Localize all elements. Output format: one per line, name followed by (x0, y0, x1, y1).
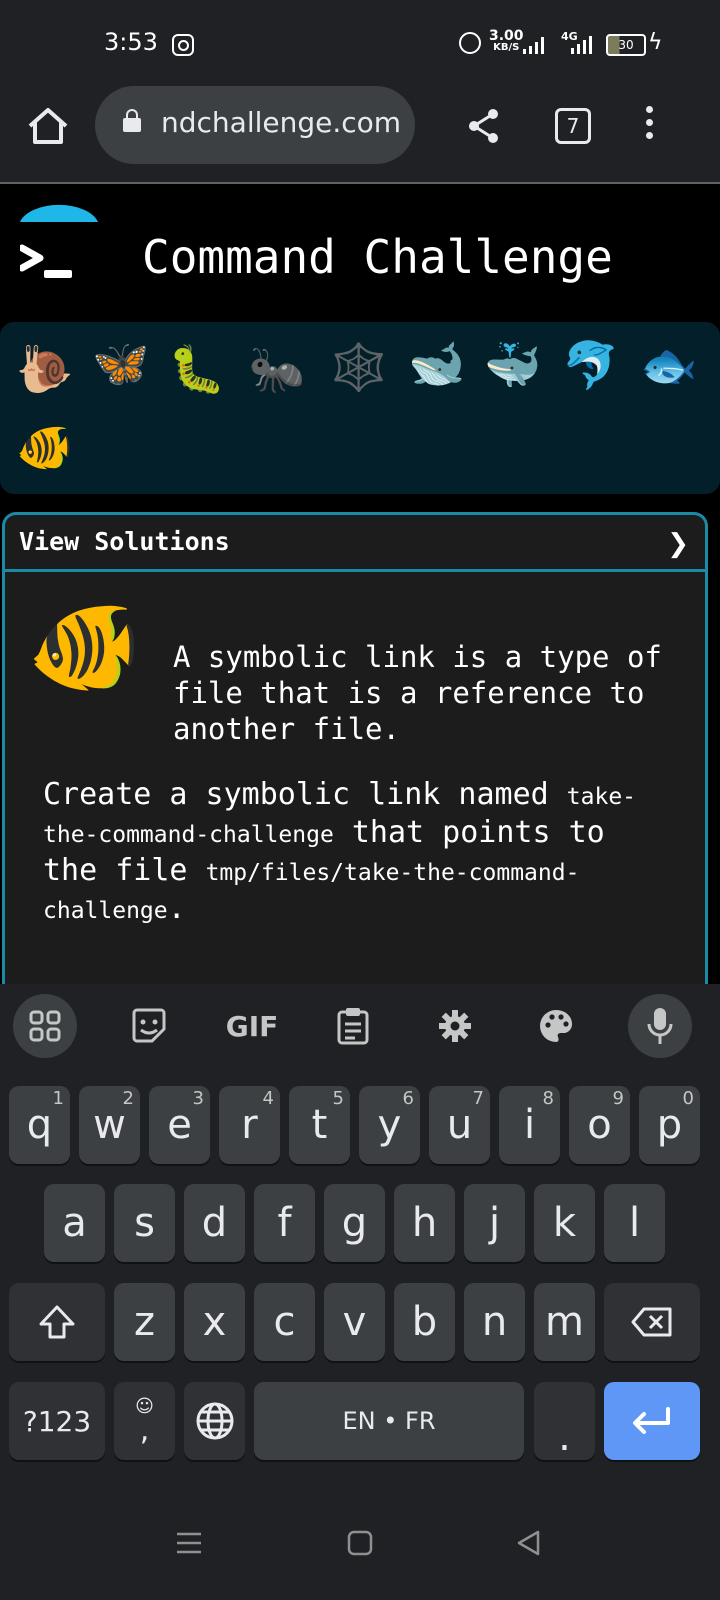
address-bar[interactable]: ndchallenge.com (95, 86, 415, 164)
ant-icon[interactable]: 🐜 (248, 344, 305, 394)
charging-icon: ϟ (648, 30, 663, 55)
key-d[interactable]: d (184, 1184, 245, 1262)
key-a[interactable]: a (44, 1184, 105, 1262)
shift-key[interactable] (9, 1283, 105, 1361)
clipboard-icon[interactable] (321, 994, 385, 1058)
lock-icon (123, 109, 141, 132)
browser-toolbar: ndchallenge.com 7 (0, 86, 720, 184)
globe-icon (196, 1402, 233, 1440)
back-nav-icon[interactable] (516, 1530, 542, 1556)
recent-apps-icon[interactable] (176, 1530, 202, 1556)
status-bar: 3:53 3.00 KB/S 4G 30 ϟ (0, 0, 720, 86)
instagram-notification-icon (172, 34, 194, 56)
challenge-task: Create a symbolic link named take-the-co… (43, 777, 637, 926)
view-solutions-label[interactable]: View Solutions (19, 527, 230, 556)
challenge-intro: A symbolic link is a type of file that i… (173, 640, 662, 746)
battery-icon: 30 (606, 34, 646, 56)
key-j[interactable]: j (464, 1184, 525, 1262)
overflow-menu-icon[interactable] (646, 106, 654, 145)
enter-key[interactable] (604, 1382, 700, 1460)
fish-icon[interactable]: 🐟 (640, 340, 697, 390)
status-time: 3:53 (104, 28, 158, 56)
key-z[interactable]: z (114, 1283, 175, 1361)
key-o[interactable]: o9 (569, 1086, 630, 1164)
gif-button[interactable]: GIF (220, 994, 284, 1058)
backspace-icon (631, 1307, 672, 1337)
chevron-right-icon[interactable]: ❯ (667, 529, 689, 559)
tropical-fish-icon: 🐠 (27, 593, 142, 700)
shift-icon (39, 1305, 75, 1339)
key-u[interactable]: u7 (429, 1086, 490, 1164)
key-g[interactable]: g (324, 1184, 385, 1262)
backspace-key[interactable] (604, 1283, 700, 1361)
key-n[interactable]: n (464, 1283, 525, 1361)
key-h[interactable]: h (394, 1184, 455, 1262)
key-s[interactable]: s (114, 1184, 175, 1262)
key-x[interactable]: x (184, 1283, 245, 1361)
apps-grid-icon[interactable] (13, 994, 77, 1058)
key-l[interactable]: l (604, 1184, 665, 1262)
key-w[interactable]: w2 (79, 1086, 140, 1164)
butterfly-icon[interactable]: 🦋 (92, 338, 149, 388)
emoji-comma-key[interactable]: ☺ , (114, 1382, 175, 1460)
spouting-whale-icon[interactable]: 🐳 (484, 340, 541, 390)
enter-icon (633, 1407, 670, 1434)
share-icon[interactable] (466, 108, 502, 144)
site-logo[interactable] (20, 204, 100, 284)
web-page: Command Challenge 🐌 🦋 🐛 🐜 🕸️ 🐋 🐳 🐬 🐟 🐠 V… (0, 184, 720, 987)
key-y[interactable]: y6 (359, 1086, 420, 1164)
system-nav-bar (0, 1488, 720, 1600)
keyboard-toolbar: GIF (0, 984, 720, 1076)
caterpillar-icon[interactable]: 🐛 (168, 344, 225, 394)
tropical-fish-icon[interactable]: 🐠 (16, 422, 73, 472)
theme-palette-icon[interactable] (524, 994, 588, 1058)
alarm-icon (459, 32, 481, 54)
language-key[interactable] (184, 1382, 245, 1460)
key-e[interactable]: e3 (149, 1086, 210, 1164)
view-solutions-toggle[interactable]: View Solutions ❯ (5, 515, 705, 572)
key-v[interactable]: v (324, 1283, 385, 1361)
progress-animals: 🐌 🦋 🐛 🐜 🕸️ 🐋 🐳 🐬 🐟 🐠 (0, 322, 720, 494)
cell-signal-icon (571, 36, 592, 54)
site-title: Command Challenge (142, 230, 613, 284)
wifi-signal-icon (523, 36, 544, 54)
url-text[interactable]: ndchallenge.com (161, 106, 411, 139)
spider-web-icon[interactable]: 🕸️ (330, 342, 387, 392)
tab-switcher-button[interactable]: 7 (555, 108, 591, 144)
key-t[interactable]: t5 (289, 1086, 350, 1164)
symbols-key[interactable]: ?123 (9, 1382, 105, 1460)
settings-gear-icon[interactable] (423, 994, 487, 1058)
key-p[interactable]: p0 (639, 1086, 700, 1164)
sticker-icon[interactable] (117, 994, 181, 1058)
key-k[interactable]: k (534, 1184, 595, 1262)
whale-icon[interactable]: 🐋 (408, 338, 465, 388)
key-f[interactable]: f (254, 1184, 315, 1262)
key-c[interactable]: c (254, 1283, 315, 1361)
key-m[interactable]: m (534, 1283, 595, 1361)
dolphin-icon[interactable]: 🐬 (562, 340, 619, 390)
key-q[interactable]: q1 (9, 1086, 70, 1164)
key-i[interactable]: i8 (499, 1086, 560, 1164)
network-speed: 3.00 KB/S (489, 28, 524, 53)
space-bar[interactable]: EN • FR (254, 1382, 524, 1460)
key-r[interactable]: r4 (219, 1086, 280, 1164)
home-icon[interactable] (26, 106, 70, 146)
challenge-panel: View Solutions ❯ 🐠 A symbolic link is a … (2, 512, 708, 987)
snail-icon[interactable]: 🐌 (16, 344, 73, 394)
period-key[interactable]: . (534, 1382, 595, 1460)
home-nav-icon[interactable] (347, 1529, 373, 1557)
microphone-icon[interactable] (628, 994, 692, 1058)
key-b[interactable]: b (394, 1283, 455, 1361)
